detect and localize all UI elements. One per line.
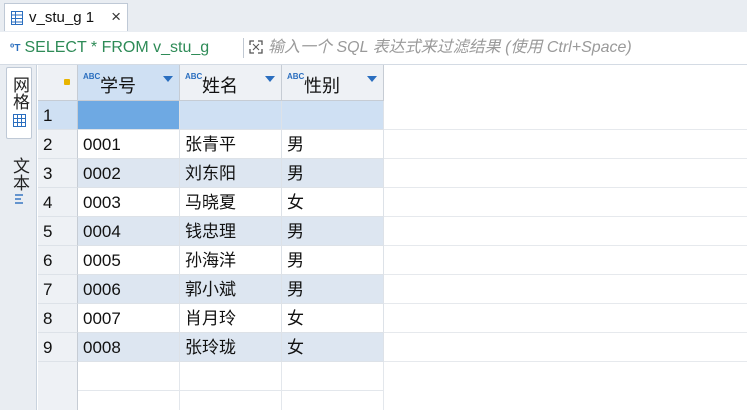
table-row[interactable]: 3 0002 刘东阳 男 (38, 159, 747, 188)
table-cell[interactable]: 马晓夏 (180, 188, 282, 217)
row-filler (384, 333, 747, 362)
table-row[interactable]: 8 0007 肖月玲 女 (38, 304, 747, 333)
row-number[interactable]: 4 (38, 188, 78, 217)
table-cell[interactable]: 男 (282, 217, 384, 246)
table-cell[interactable]: 郭小斌 (180, 275, 282, 304)
row-filler (384, 101, 747, 130)
string-type-icon: ABC (287, 72, 305, 81)
table-cell[interactable]: 男 (282, 246, 384, 275)
view-mode-grid-tab[interactable]: 网格 (6, 67, 32, 139)
table-cell[interactable]: 张玲珑 (180, 333, 282, 362)
table-row[interactable]: 4 0003 马晓夏 女 (38, 188, 747, 217)
row-filler (384, 246, 747, 275)
sql-query-text: SELECT * FROM v_stu_g (24, 39, 210, 56)
table-cell[interactable]: 0005 (78, 246, 180, 275)
table-row[interactable]: 2 0001 张青平 男 (38, 130, 747, 159)
table-cell[interactable]: 男 (282, 130, 384, 159)
table-cell[interactable]: 0008 (78, 333, 180, 362)
table-row[interactable]: 5 0004 钱忠理 男 (38, 217, 747, 246)
sort-dropdown-icon[interactable] (367, 76, 377, 82)
row-filler (384, 275, 747, 304)
row-filler (384, 130, 747, 159)
text-view-icon (15, 194, 23, 204)
table-cell[interactable]: 女 (282, 188, 384, 217)
table-cell[interactable]: 女 (282, 304, 384, 333)
tab-v-stu-g[interactable]: v_stu_g 1 × (4, 3, 128, 31)
row-filler (384, 188, 747, 217)
editor-tab-bar: v_stu_g 1 × (0, 0, 747, 33)
table-cell[interactable] (78, 101, 180, 130)
column-header-xingbie[interactable]: ABC 性别 (282, 65, 384, 101)
grid-empty-area (38, 362, 747, 410)
row-number[interactable]: 5 (38, 217, 78, 246)
table-cell[interactable] (282, 101, 384, 130)
table-cell[interactable]: 女 (282, 333, 384, 362)
grid-line (78, 390, 384, 391)
sort-dropdown-icon[interactable] (265, 76, 275, 82)
empty-column (180, 362, 282, 410)
table-cell[interactable]: 0006 (78, 275, 180, 304)
row-number[interactable]: 6 (38, 246, 78, 275)
table-cell[interactable]: 0001 (78, 130, 180, 159)
row-number[interactable]: 2 (38, 130, 78, 159)
string-type-icon: ABC (185, 72, 203, 81)
table-icon (11, 10, 23, 25)
table-cell[interactable]: 0002 (78, 159, 180, 188)
sql-query-display[interactable]: ⁰T SELECT * FROM v_stu_g (10, 36, 242, 60)
row-filler (384, 304, 747, 333)
table-row[interactable]: 7 0006 郭小斌 男 (38, 275, 747, 304)
row-number[interactable]: 3 (38, 159, 78, 188)
empty-column (78, 362, 180, 410)
column-header-label: 性别 (304, 76, 340, 96)
grid-icon (12, 114, 26, 127)
string-type-icon: ABC (83, 72, 101, 81)
table-row[interactable]: 9 0008 张玲珑 女 (38, 333, 747, 362)
lock-icon (64, 79, 70, 85)
column-header-xuehao[interactable]: ABC 学号 (78, 65, 180, 101)
table-cell[interactable]: 张青平 (180, 130, 282, 159)
column-header-label: 学号 (100, 76, 136, 96)
close-icon[interactable]: × (111, 8, 121, 26)
table-cell[interactable]: 男 (282, 275, 384, 304)
row-number[interactable]: 8 (38, 304, 78, 333)
filter-bar: ⁰T SELECT * FROM v_stu_g (0, 32, 747, 65)
table-cell[interactable]: 0004 (78, 217, 180, 246)
filter-expression-input[interactable] (268, 36, 738, 60)
table-cell[interactable]: 孙海洋 (180, 246, 282, 275)
sql-query-icon: ⁰T (10, 42, 21, 54)
row-number[interactable]: 7 (38, 275, 78, 304)
divider (243, 38, 244, 58)
results-grid: ABC 学号 ABC 姓名 ABC 性别 1 2 0001 张青平 男 3 00… (38, 65, 747, 410)
tab-title: v_stu_g 1 (29, 9, 95, 26)
table-row[interactable]: 6 0005 孙海洋 男 (38, 246, 747, 275)
table-cell[interactable]: 男 (282, 159, 384, 188)
empty-column (282, 362, 384, 410)
table-row[interactable]: 1 (38, 101, 747, 130)
grid-corner[interactable] (38, 65, 78, 101)
grid-tab-label: 网格 (10, 76, 29, 110)
table-cell[interactable]: 钱忠理 (180, 217, 282, 246)
table-cell[interactable] (180, 101, 282, 130)
sort-dropdown-icon[interactable] (163, 76, 173, 82)
row-header-empty (38, 362, 78, 410)
row-number[interactable]: 9 (38, 333, 78, 362)
expand-filter-icon[interactable] (249, 40, 263, 54)
row-number[interactable]: 1 (38, 101, 78, 130)
table-cell[interactable]: 0007 (78, 304, 180, 333)
view-mode-panel: 网格 文本 (0, 65, 37, 410)
table-cell[interactable]: 刘东阳 (180, 159, 282, 188)
view-mode-text-tab[interactable]: 文本 (6, 149, 32, 209)
column-header-xingming[interactable]: ABC 姓名 (180, 65, 282, 101)
column-header-label: 姓名 (202, 76, 238, 96)
row-filler (384, 217, 747, 246)
row-filler (384, 159, 747, 188)
text-tab-label: 文本 (10, 157, 29, 191)
table-cell[interactable]: 肖月玲 (180, 304, 282, 333)
table-cell[interactable]: 0003 (78, 188, 180, 217)
